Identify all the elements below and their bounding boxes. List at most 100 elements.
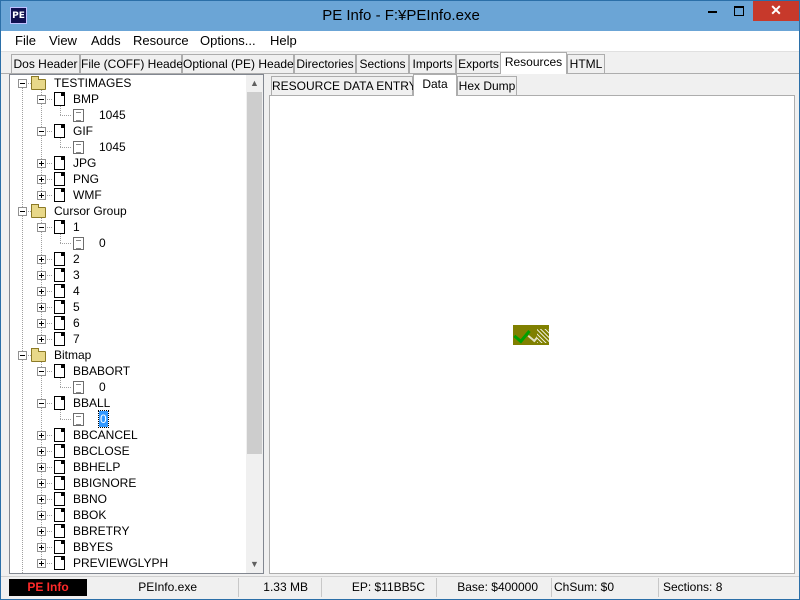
close-button[interactable]: ✕ xyxy=(753,1,799,21)
expand-icon[interactable] xyxy=(37,335,46,344)
collapse-icon[interactable] xyxy=(18,79,27,88)
collapse-icon[interactable] xyxy=(37,223,46,232)
tree-node-label[interactable]: 5 xyxy=(73,299,80,315)
tree-node-label[interactable]: PNG xyxy=(73,171,99,187)
tree-node-label[interactable]: BBRETRY xyxy=(73,523,129,539)
menu-bar: File View Adds Resource Options... Help xyxy=(1,31,799,52)
status-file-name: PEInfo.exe xyxy=(138,580,197,594)
expand-icon[interactable] xyxy=(37,271,46,280)
resource-tree[interactable]: TESTIMAGES BMP 1045 GIF 1045 JPG PNG WMF Cursor … xyxy=(9,74,264,574)
expand-icon[interactable] xyxy=(37,175,46,184)
tree-connector-line xyxy=(60,115,71,116)
menu-file[interactable]: File xyxy=(15,31,36,51)
tree-node-label[interactable]: Cursor Group xyxy=(54,203,127,219)
expand-icon[interactable] xyxy=(37,527,46,536)
tree-node-label[interactable]: BBYES xyxy=(73,539,113,555)
tab-resources[interactable]: Resources xyxy=(500,52,567,74)
tree-scrollbar[interactable]: ▲ ▼ xyxy=(246,75,263,573)
arrow-up-icon: ▲ xyxy=(250,78,259,88)
tree-node-label[interactable]: 1 xyxy=(73,219,80,235)
tab-hex-dump[interactable]: Hex Dump xyxy=(457,76,517,95)
tree-node-label[interactable]: 7 xyxy=(73,331,80,347)
tree-node-label[interactable]: GIF xyxy=(73,123,93,139)
tree-node-label[interactable]: BMP xyxy=(73,91,99,107)
menu-resource[interactable]: Resource xyxy=(133,31,189,51)
close-icon: ✕ xyxy=(770,2,782,18)
tab-data[interactable]: Data xyxy=(413,74,457,96)
expand-icon[interactable] xyxy=(37,511,46,520)
menu-help[interactable]: Help xyxy=(270,31,297,51)
arrow-down-icon: ▼ xyxy=(250,559,259,569)
tab-optional-pe-header[interactable]: Optional (PE) Header xyxy=(182,54,298,73)
tree-node-label[interactable]: 3 xyxy=(73,267,80,283)
collapse-icon[interactable] xyxy=(37,367,46,376)
tree-node-label[interactable]: 0 xyxy=(99,235,106,251)
folder-icon xyxy=(31,348,46,362)
tree-node-label[interactable]: BBALL xyxy=(73,395,110,411)
status-checksum: ChSum: $0 xyxy=(551,578,657,597)
tab-sections[interactable]: Sections xyxy=(356,54,409,73)
expand-icon[interactable] xyxy=(37,287,46,296)
document-icon xyxy=(54,252,65,266)
menu-adds[interactable]: Adds xyxy=(91,31,121,51)
expand-icon[interactable] xyxy=(37,303,46,312)
resource-data-icon xyxy=(73,237,84,250)
tab-dos-header[interactable]: Dos Header xyxy=(11,54,80,73)
collapse-icon[interactable] xyxy=(18,207,27,216)
maximize-button[interactable] xyxy=(726,1,753,21)
tree-node-label[interactable]: BBIGNORE xyxy=(73,475,136,491)
tree-node-label[interactable]: 1045 xyxy=(99,107,126,123)
expand-icon[interactable] xyxy=(37,463,46,472)
expand-icon[interactable] xyxy=(37,431,46,440)
expand-icon[interactable] xyxy=(37,479,46,488)
document-icon xyxy=(54,492,65,506)
menu-view[interactable]: View xyxy=(49,31,77,51)
expand-icon[interactable] xyxy=(37,543,46,552)
tree-node-label[interactable]: TESTIMAGES xyxy=(54,75,131,91)
tree-node-label[interactable]: BBABORT xyxy=(73,363,130,379)
tree-node-label[interactable]: BBCANCEL xyxy=(73,427,138,443)
tab-html[interactable]: HTML xyxy=(567,54,605,73)
scroll-down-button[interactable]: ▼ xyxy=(246,556,263,573)
tab-file-coff-header[interactable]: File (COFF) Header xyxy=(80,54,187,73)
collapse-icon[interactable] xyxy=(37,95,46,104)
app-icon[interactable]: PE xyxy=(10,7,27,24)
menu-options[interactable]: Options... xyxy=(200,31,256,51)
tab-directories[interactable]: Directories xyxy=(294,54,356,73)
scroll-up-button[interactable]: ▲ xyxy=(246,75,263,92)
expand-icon[interactable] xyxy=(37,495,46,504)
tree-node-label[interactable]: 0 xyxy=(99,379,106,395)
expand-icon[interactable] xyxy=(37,255,46,264)
minimize-button[interactable] xyxy=(699,1,726,21)
title-bar[interactable]: PE PE Info - F:¥PEInfo.exe ✕ xyxy=(1,1,799,31)
tab-imports[interactable]: Imports xyxy=(409,54,456,73)
tab-resource-data-entry[interactable]: RESOURCE DATA ENTRY xyxy=(271,76,417,95)
status-brand: PE Info xyxy=(9,579,87,596)
collapse-icon[interactable] xyxy=(37,127,46,136)
document-icon xyxy=(54,220,65,234)
tree-node-label[interactable]: 6 xyxy=(73,315,80,331)
expand-icon[interactable] xyxy=(37,191,46,200)
document-icon xyxy=(54,508,65,522)
tree-node-label[interactable]: PREVIEWGLYPH xyxy=(73,555,168,571)
tree-node-label[interactable]: 4 xyxy=(73,283,80,299)
expand-icon[interactable] xyxy=(37,447,46,456)
tree-node-label[interactable]: BBNO xyxy=(73,491,107,507)
tree-node-label-selected[interactable]: 0 xyxy=(98,410,109,428)
collapse-icon[interactable] xyxy=(18,351,27,360)
tree-node-label[interactable]: JPG xyxy=(73,155,96,171)
tree-node-label[interactable]: BBOK xyxy=(73,507,106,523)
tree-node-label[interactable]: BBHELP xyxy=(73,459,120,475)
scroll-thumb[interactable] xyxy=(247,92,262,454)
expand-icon[interactable] xyxy=(37,559,46,568)
tree-node-label[interactable]: BBCLOSE xyxy=(73,443,130,459)
tree-node-label[interactable]: Bitmap xyxy=(54,347,91,363)
tree-node-label[interactable]: 2 xyxy=(73,251,80,267)
collapse-icon[interactable] xyxy=(37,399,46,408)
tree-node-label[interactable]: WMF xyxy=(73,187,102,203)
tab-exports[interactable]: Exports xyxy=(456,54,501,73)
expand-icon[interactable] xyxy=(37,159,46,168)
tree-node-label[interactable]: 1045 xyxy=(99,139,126,155)
detail-tabs: RESOURCE DATA ENTRY Data Hex Dump xyxy=(269,74,795,96)
expand-icon[interactable] xyxy=(37,319,46,328)
